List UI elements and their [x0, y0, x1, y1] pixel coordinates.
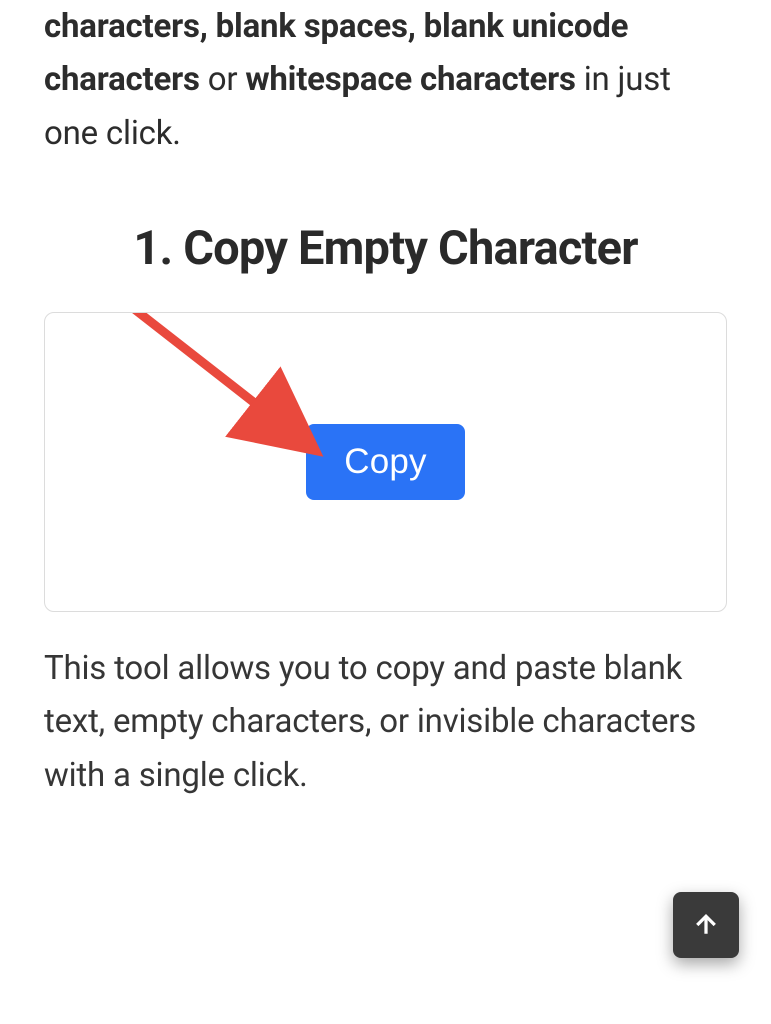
intro-or: or — [200, 60, 246, 99]
description-paragraph: This tool allows you to copy and paste b… — [44, 642, 727, 802]
copy-button[interactable]: Copy — [306, 424, 465, 500]
intro-bold-2: whitespace characters — [245, 60, 575, 99]
arrow-up-icon — [691, 910, 721, 940]
intro-paragraph: characters, blank spaces, blank unicode … — [44, 0, 727, 160]
heading-title: Copy Empty Character — [183, 221, 637, 276]
section-heading: 1. Copy Empty Character — [44, 220, 727, 277]
scroll-to-top-button[interactable] — [673, 892, 739, 958]
heading-number: 1. — [133, 221, 172, 276]
copy-box: Copy — [44, 312, 727, 612]
